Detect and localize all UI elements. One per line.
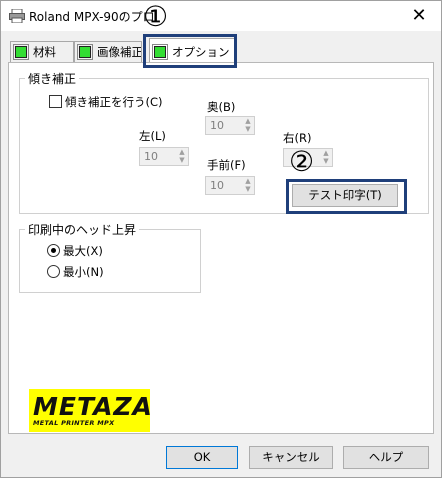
spin-down-icon[interactable]: ▼ xyxy=(176,156,188,164)
spin-down-icon[interactable]: ▼ xyxy=(320,157,332,165)
back-label: 奥(B) xyxy=(207,100,236,114)
cancel-button[interactable]: キャンセル xyxy=(249,446,333,469)
head-raise-group xyxy=(19,229,201,293)
tab-label: 材料 xyxy=(33,45,56,59)
spin-up-icon[interactable]: ▲ xyxy=(320,149,332,157)
status-led-icon xyxy=(77,44,93,60)
right-label: 右(R) xyxy=(283,131,312,145)
spin-down-icon[interactable]: ▼ xyxy=(242,125,254,133)
callout-number-2: ② xyxy=(289,145,315,178)
title-bar: Roland MPX-90のプロ ✕ xyxy=(1,1,441,31)
radio-selected-dot xyxy=(51,248,56,253)
left-spinner[interactable]: 10 ▲ ▼ xyxy=(139,147,189,166)
close-icon[interactable]: ✕ xyxy=(407,4,431,28)
spin-down-icon[interactable]: ▼ xyxy=(242,185,254,193)
callout-box-test-print xyxy=(286,179,407,214)
head-max-radio[interactable] xyxy=(47,244,60,257)
tab-material[interactable]: 材料 xyxy=(10,41,74,62)
tilt-correction-group-label: 傾き補正 xyxy=(25,70,80,87)
metaza-logo: METAZA METAL PRINTER MPX xyxy=(29,389,153,432)
front-value: 10 xyxy=(210,179,224,192)
printer-icon xyxy=(9,9,25,23)
spin-up-icon[interactable]: ▲ xyxy=(242,117,254,125)
spin-up-icon[interactable]: ▲ xyxy=(242,177,254,185)
callout-number-1: ① xyxy=(143,0,169,33)
help-button[interactable]: ヘルプ xyxy=(343,446,429,469)
head-max-label: 最大(X) xyxy=(63,244,103,258)
head-min-radio[interactable] xyxy=(47,265,60,278)
left-value: 10 xyxy=(144,150,158,163)
ok-button[interactable]: OK xyxy=(166,446,238,469)
properties-window: Roland MPX-90のプロ ✕ 材料 画像補正 オプション 傾き補正 傾き… xyxy=(0,0,442,478)
spin-up-icon[interactable]: ▲ xyxy=(176,148,188,156)
tab-label: 画像補正 xyxy=(97,45,142,59)
callout-box-options-tab xyxy=(143,34,237,68)
logo-wordmark: METAZA xyxy=(33,392,153,421)
status-led-icon xyxy=(13,44,29,60)
front-spinner[interactable]: 10 ▲ ▼ xyxy=(205,176,255,195)
left-label: 左(L) xyxy=(139,129,166,143)
tab-image-correction[interactable]: 画像補正 xyxy=(74,41,142,62)
front-label: 手前(F) xyxy=(207,158,246,172)
logo-tagline: METAL PRINTER MPX xyxy=(33,419,115,427)
window-title: Roland MPX-90のプロ xyxy=(29,10,155,24)
back-value: 10 xyxy=(210,119,224,132)
head-raise-group-label: 印刷中のヘッド上昇 xyxy=(25,221,140,238)
tilt-correction-checkbox[interactable] xyxy=(49,95,62,108)
tilt-correction-checkbox-label: 傾き補正を行う(C) xyxy=(65,95,163,109)
back-spinner[interactable]: 10 ▲ ▼ xyxy=(205,116,255,135)
head-min-label: 最小(N) xyxy=(63,265,104,279)
